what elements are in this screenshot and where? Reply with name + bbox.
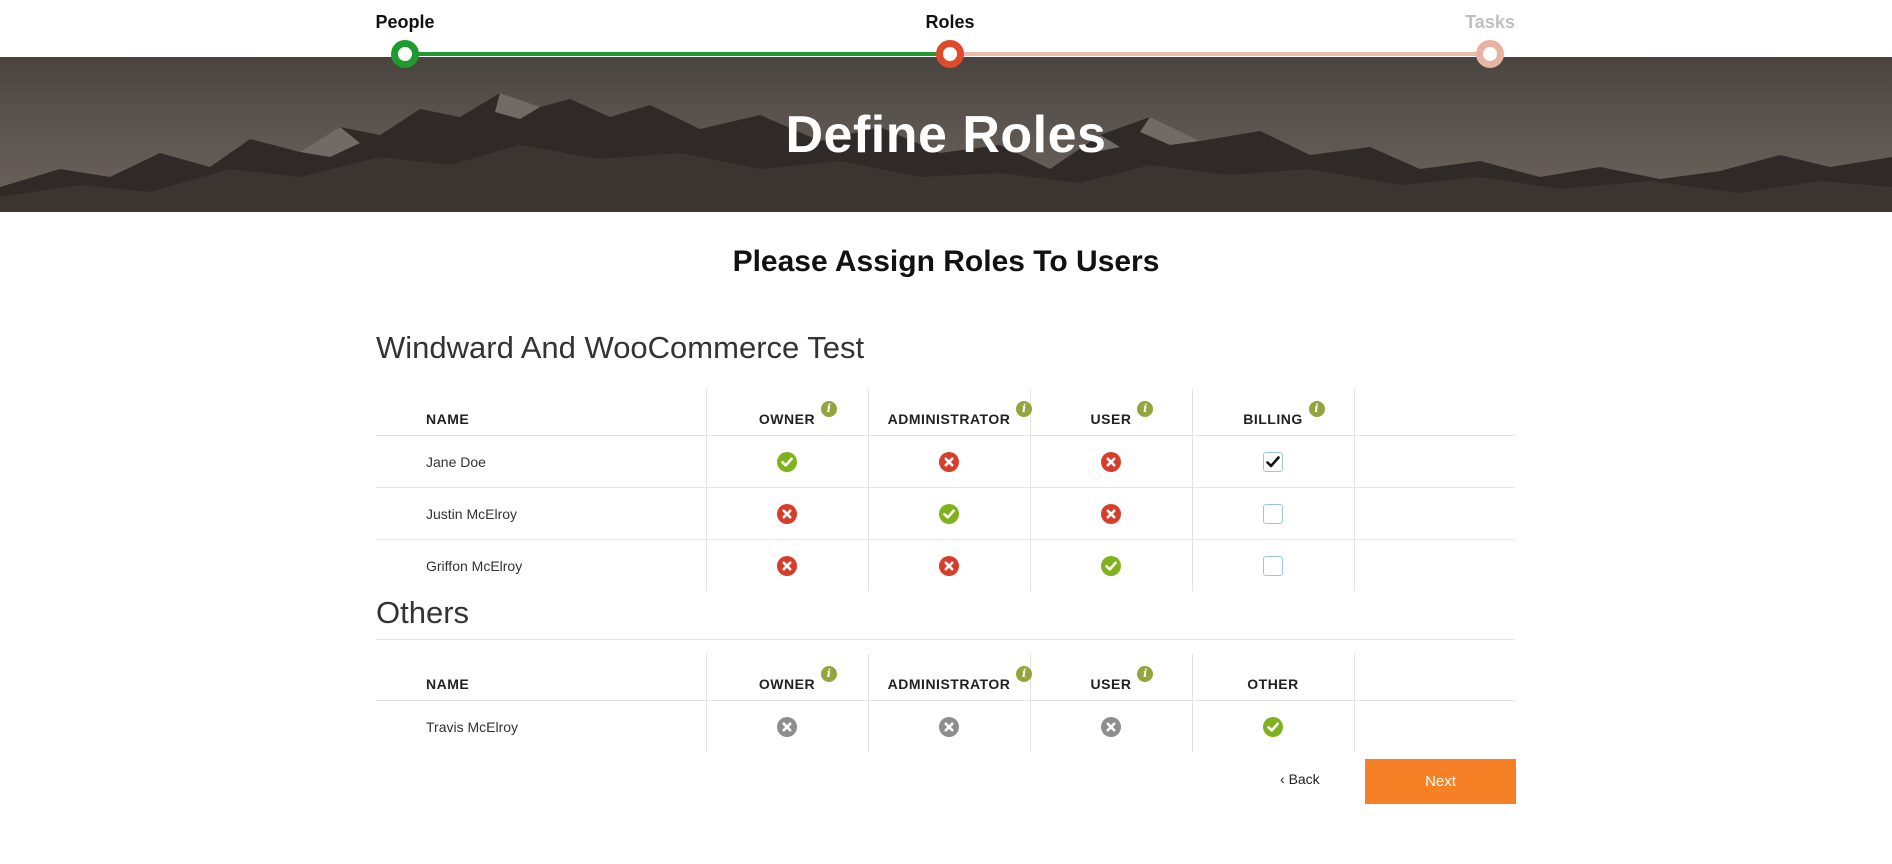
hero-banner: Define Roles [0, 57, 1892, 212]
column-header-billing-label: BILLING [1243, 411, 1303, 427]
back-button-label: Back [1288, 771, 1320, 787]
info-icon[interactable]: i [1137, 666, 1154, 682]
user-name: Griffon McElroy [426, 557, 523, 574]
back-button[interactable]: ‹ Back [1280, 771, 1320, 787]
step-connector-done [405, 52, 950, 56]
chevron-left-icon: ‹ [1280, 771, 1285, 787]
info-icon[interactable]: i [821, 401, 838, 417]
x-circle-icon[interactable] [939, 555, 959, 576]
check-circle-icon[interactable] [1263, 716, 1283, 737]
column-header-administrator: ADMINISTRATOR i [867, 654, 1033, 701]
column-header-name: NAME [376, 654, 706, 701]
column-header-administrator: ADMINISTRATOR i [867, 389, 1033, 436]
step-label-tasks: Tasks [1465, 12, 1515, 32]
step-connector-todo [950, 52, 1490, 56]
x-circle-disabled-icon [777, 716, 797, 737]
table-row: Griffon McElroy [376, 539, 1515, 591]
column-header-user-label: USER [1090, 411, 1132, 427]
roles-table-others: NAME OWNER i ADMINISTRATOR i USER i OTHER T… [376, 654, 1515, 752]
billing-checkbox[interactable] [1263, 451, 1283, 472]
section-title-others: Others [376, 595, 470, 630]
banner-title: Define Roles [785, 106, 1107, 164]
column-header-owner: OWNER i [705, 389, 868, 436]
info-icon[interactable]: i [821, 666, 838, 682]
user-name: Travis McElroy [426, 718, 519, 735]
info-icon[interactable]: i [1308, 401, 1325, 417]
column-header-owner: OWNER i [705, 654, 868, 701]
user-name: Justin McElroy [376, 487, 706, 540]
billing-checkbox[interactable] [1263, 503, 1283, 524]
step-dot-people[interactable] [391, 40, 419, 68]
x-circle-icon[interactable] [939, 451, 959, 472]
column-header-user-label: USER [1090, 676, 1132, 692]
table-row: Jane Doe [376, 435, 1515, 488]
table-header-row: NAME OWNER i ADMINISTRATOR i USER i OTHER [376, 654, 1515, 701]
info-icon[interactable]: i [1137, 401, 1154, 417]
column-header-owner-label: OWNER [758, 411, 816, 427]
column-header-administrator-label: ADMINISTRATOR [887, 411, 1011, 427]
step-label-roles: Roles [925, 12, 975, 32]
table-row: Travis McElroy [376, 700, 1515, 752]
check-circle-icon[interactable] [1101, 555, 1121, 576]
column-header-user: USER i [1029, 389, 1192, 436]
x-circle-disabled-icon [939, 716, 959, 737]
column-header-spacer [1353, 654, 1515, 701]
column-header-owner-label: OWNER [758, 676, 816, 692]
table-row: Justin McElroy [376, 487, 1515, 540]
roles-table-company: NAME OWNER i ADMINISTRATOR i USER i BILLING… [376, 389, 1515, 591]
step-dot-tasks[interactable] [1476, 40, 1504, 68]
next-button[interactable]: Next [1365, 759, 1516, 804]
column-header-administrator-label: ADMINISTRATOR [887, 676, 1011, 692]
section-title-company: Windward And WooCommerce Test [376, 330, 865, 365]
column-header-user: USER i [1029, 654, 1192, 701]
step-dot-roles[interactable] [936, 40, 964, 68]
x-circle-icon[interactable] [1101, 503, 1121, 524]
progress-stepper: People Roles Tasks [0, 0, 1892, 68]
page-subtitle: Please Assign Roles To Users [732, 245, 1160, 278]
step-label-people: People [375, 12, 435, 32]
column-header-name: NAME [376, 389, 706, 436]
x-circle-disabled-icon [1101, 716, 1121, 737]
column-header-billing: BILLING i [1191, 389, 1354, 436]
table-header-row: NAME OWNER i ADMINISTRATOR i USER i BILLING… [376, 389, 1515, 436]
column-header-other: OTHER [1191, 654, 1354, 701]
x-circle-icon[interactable] [777, 555, 797, 576]
billing-checkbox[interactable] [1263, 555, 1283, 576]
column-header-spacer [1353, 389, 1515, 436]
check-circle-icon[interactable] [939, 503, 959, 524]
check-circle-icon[interactable] [777, 451, 797, 472]
x-circle-icon[interactable] [777, 503, 797, 524]
section-divider [376, 639, 1515, 640]
x-circle-icon[interactable] [1101, 451, 1121, 472]
user-name: Jane Doe [376, 435, 706, 488]
